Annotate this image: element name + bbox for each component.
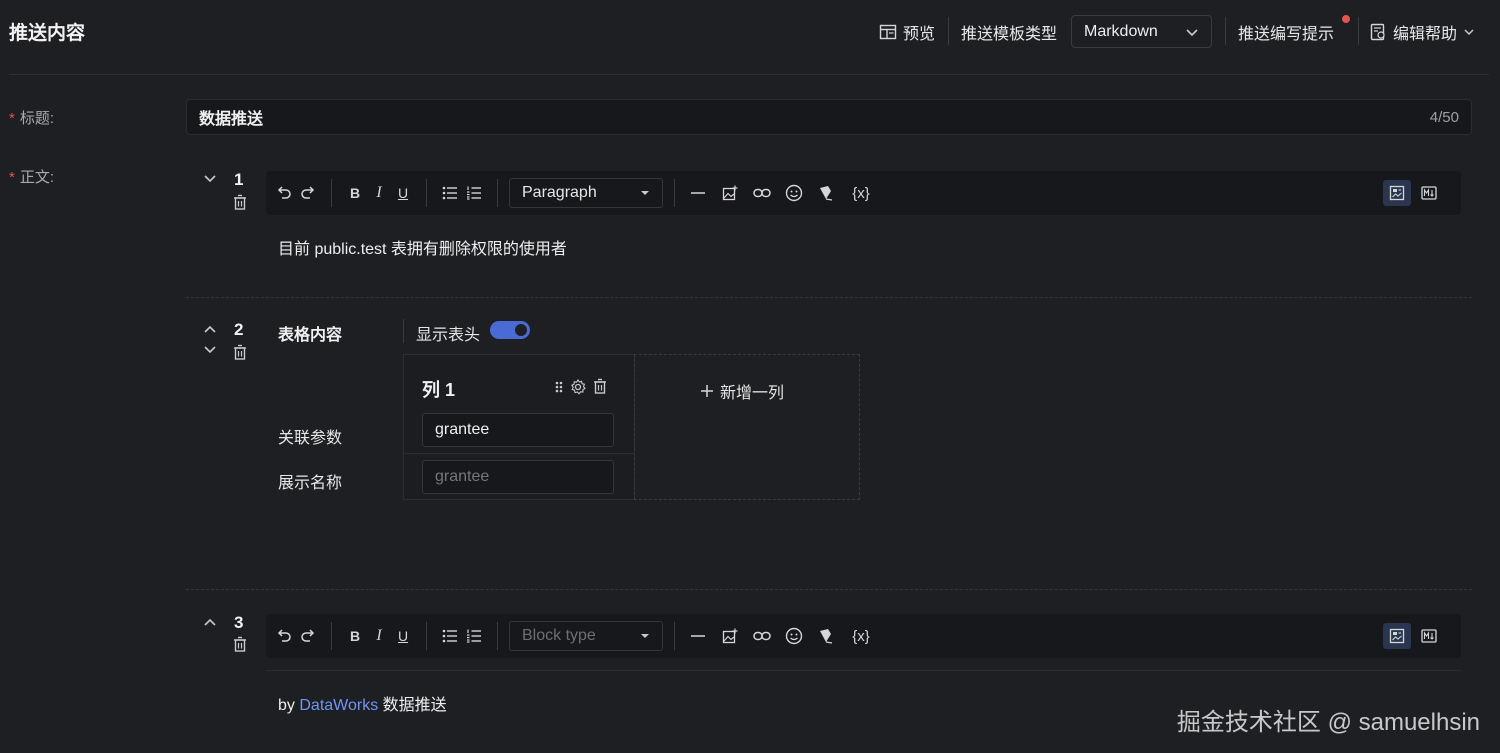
link-icon[interactable] — [750, 181, 774, 205]
underline-icon[interactable]: U — [391, 624, 415, 648]
help-doc-icon — [1370, 23, 1385, 41]
chevron-down-icon[interactable] — [203, 344, 217, 356]
markdown-mode-icon[interactable] — [1415, 623, 1443, 649]
by-text: by — [278, 697, 295, 714]
markdown-mode-icon[interactable] — [1415, 180, 1443, 206]
undo-icon[interactable] — [272, 181, 296, 205]
trash-icon[interactable] — [232, 344, 248, 361]
preview-button[interactable]: 预览 — [879, 20, 935, 44]
param-input[interactable]: grantee — [422, 413, 614, 447]
dataworks-link[interactable]: DataWorks — [299, 697, 378, 714]
bullet-list-icon[interactable] — [438, 181, 462, 205]
suffix-text: 数据推送 — [382, 697, 447, 714]
show-header-label: 显示表头 — [416, 327, 481, 344]
edit-help-label: 编辑帮助 — [1393, 26, 1458, 43]
plus-icon — [701, 385, 713, 397]
writing-tips-button[interactable]: 推送编写提示 — [1238, 20, 1334, 44]
block-type-placeholder: Block type — [522, 627, 596, 644]
show-header-toggle[interactable] — [490, 321, 530, 339]
preview-icon — [879, 24, 897, 40]
header-divider-line — [9, 74, 1489, 75]
add-column-button[interactable]: 新增一列 — [700, 379, 784, 403]
title-input[interactable]: 数据推送 4/50 — [186, 99, 1472, 135]
rich-text-mode-icon[interactable] — [1383, 623, 1411, 649]
block-type-value: Paragraph — [522, 184, 597, 201]
block-number: 1 — [234, 170, 244, 189]
page-title: 推送内容 — [9, 23, 86, 44]
display-name-label: 展示名称 — [278, 475, 343, 492]
add-column-area — [634, 354, 860, 500]
chevron-down-icon — [1464, 29, 1474, 36]
redo-icon[interactable] — [296, 181, 320, 205]
caret-down-icon — [641, 634, 649, 638]
gear-icon[interactable] — [570, 378, 586, 395]
rich-text-mode-icon[interactable] — [1383, 180, 1411, 206]
template-type-value: Markdown — [1084, 22, 1158, 40]
title-label: * 标题: — [9, 110, 55, 127]
block-number: 2 — [234, 320, 244, 339]
header-divider — [1225, 17, 1226, 45]
caret-down-icon — [641, 191, 649, 195]
block-1-content[interactable]: 目前 public.test 表拥有删除权限的使用者 — [278, 235, 567, 259]
add-column-label: 新增一列 — [720, 385, 785, 402]
preview-label: 预览 — [903, 26, 936, 43]
param-label: 关联参数 — [278, 430, 343, 447]
drag-handle-icon[interactable] — [554, 379, 564, 395]
bullet-list-icon[interactable] — [438, 624, 462, 648]
editor-toolbar: B I U Paragraph {x} — [266, 171, 1461, 215]
redo-icon[interactable] — [296, 624, 320, 648]
writing-tips-label: 推送编写提示 — [1238, 26, 1335, 43]
block-divider — [186, 589, 1472, 590]
chevron-up-icon[interactable] — [203, 616, 217, 628]
divider-icon[interactable] — [686, 181, 710, 205]
highlighter-icon[interactable] — [814, 181, 838, 205]
block-number: 3 — [234, 613, 244, 632]
column-actions — [554, 378, 608, 395]
header-divider — [1358, 17, 1359, 45]
block-divider — [186, 297, 1472, 298]
chevron-up-icon[interactable] — [203, 323, 217, 335]
numbered-list-icon[interactable] — [462, 181, 486, 205]
highlighter-icon[interactable] — [814, 624, 838, 648]
undo-icon[interactable] — [272, 624, 296, 648]
template-type-label: 推送模板类型 — [961, 26, 1058, 43]
chevron-down-icon — [1186, 28, 1198, 36]
column-title: 列 1 — [422, 380, 456, 400]
trash-icon[interactable] — [232, 194, 248, 211]
emoji-icon[interactable] — [782, 624, 806, 648]
image-icon[interactable] — [718, 624, 742, 648]
header-divider — [948, 17, 949, 45]
divider-icon[interactable] — [686, 624, 710, 648]
notification-dot — [1341, 14, 1351, 24]
title-counter: 4/50 — [1429, 108, 1459, 126]
image-icon[interactable] — [718, 181, 742, 205]
display-name-input[interactable]: grantee — [422, 460, 614, 494]
variable-icon[interactable]: {x} — [846, 624, 876, 648]
numbered-list-icon[interactable] — [462, 624, 486, 648]
trash-icon[interactable] — [592, 378, 608, 395]
bold-icon[interactable]: B — [343, 624, 367, 648]
variable-icon[interactable]: {x} — [846, 181, 876, 205]
edit-help-dropdown[interactable]: 编辑帮助 — [1369, 20, 1475, 44]
block-3-content[interactable]: by DataWorks 数据推送 — [278, 691, 447, 715]
template-type-select[interactable]: Markdown — [1071, 15, 1212, 48]
link-icon[interactable] — [750, 624, 774, 648]
emoji-icon[interactable] — [782, 181, 806, 205]
body-label: * 正文: — [9, 169, 55, 186]
editor-toolbar: B I U Block type {x} — [266, 614, 1461, 658]
bold-icon[interactable]: B — [343, 181, 367, 205]
table-content-title: 表格内容 — [278, 327, 343, 344]
trash-icon[interactable] — [232, 636, 248, 653]
block-type-select[interactable]: Paragraph — [509, 178, 663, 208]
title-value: 数据推送 — [199, 111, 264, 128]
underline-icon[interactable]: U — [391, 181, 415, 205]
italic-icon[interactable]: I — [367, 181, 391, 205]
italic-icon[interactable]: I — [367, 624, 391, 648]
block-type-select[interactable]: Block type — [509, 621, 663, 651]
watermark: 掘金技术社区 @ samuelhsin — [1176, 709, 1480, 736]
chevron-down-icon[interactable] — [203, 173, 217, 185]
